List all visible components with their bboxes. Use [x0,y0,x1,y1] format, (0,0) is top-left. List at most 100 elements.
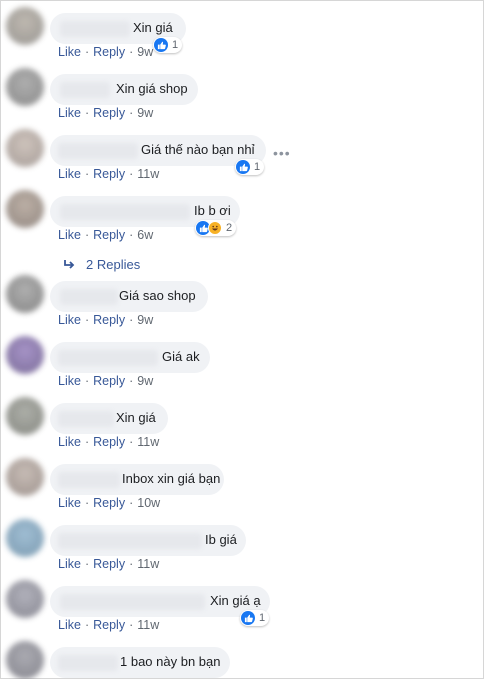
separator: · [84,228,90,242]
comment-actions: Like · Reply · 9w [58,45,153,59]
more-horizontal-icon[interactable]: ••• [273,145,291,161]
comment-actions: Like · Reply · 9w [58,106,153,120]
avatar[interactable] [6,68,44,106]
timestamp[interactable]: 11w [137,557,159,571]
blurred-author-name[interactable] [58,143,138,159]
timestamp[interactable]: 9w [137,106,153,120]
blurred-author-name[interactable] [58,472,120,488]
reaction-badge[interactable]: 1 [240,610,270,626]
avatar[interactable] [6,580,44,618]
separator: · [129,45,134,59]
comment-bubble: Xin giá [50,403,168,434]
reaction-count: 2 [226,222,233,234]
like-link[interactable]: Like [58,374,81,388]
like-link[interactable]: Like [58,106,81,120]
timestamp[interactable]: 9w [137,313,153,327]
comment-bubble: Xin giá ạ [50,586,270,617]
comment-actions: Like · Reply · 11w [58,435,159,449]
reply-link[interactable]: Reply [93,167,125,181]
comment-bubble: Giá thế nào bạn nhỉ [50,135,266,166]
separator: · [129,618,134,632]
separator: · [129,496,134,510]
timestamp[interactable]: 9w [137,374,153,388]
like-link[interactable]: Like [58,167,81,181]
comment-text: Giá sao shop [119,288,196,303]
comment-text: Xin giá [133,20,173,35]
separator: · [129,167,134,181]
blurred-author-name[interactable] [60,82,110,98]
like-link[interactable]: Like [58,228,81,242]
comment-bubble: 1 bao này bn bạn [50,647,230,678]
timestamp[interactable]: 10w [137,496,160,510]
view-replies-link[interactable]: 2 Replies [62,257,140,272]
blurred-author-name[interactable] [60,594,205,610]
like-link[interactable]: Like [58,435,81,449]
comment-text: Ib b ơi [194,203,231,218]
comment-text: Xin giá shop [116,81,188,96]
avatar[interactable] [6,275,44,313]
separator: · [84,435,90,449]
timestamp[interactable]: 9w [137,45,153,59]
reply-link[interactable]: Reply [93,435,125,449]
reply-link[interactable]: Reply [93,106,125,120]
separator: · [84,374,90,388]
blurred-author-name[interactable] [58,533,202,549]
timestamp[interactable]: 11w [137,618,159,632]
timestamp[interactable]: 6w [137,228,153,242]
reply-arrow-icon [64,259,75,269]
comment-text: Xin giá ạ [210,593,261,608]
comment-bubble: Xin giá shop [50,74,198,105]
reply-link[interactable]: Reply [93,496,125,510]
comment-actions: Like · Reply · 11w [58,557,159,571]
avatar[interactable] [6,641,44,679]
avatar[interactable] [6,397,44,435]
like-link[interactable]: Like [58,313,81,327]
timestamp[interactable]: 11w [137,167,159,181]
comment-text: Xin giá [116,410,156,425]
reaction-badge[interactable]: 2 [195,220,237,236]
reply-link[interactable]: Reply [93,45,125,59]
separator: · [84,106,90,120]
reaction-badge[interactable]: 1 [235,159,265,175]
like-link[interactable]: Like [58,45,81,59]
reaction-badge[interactable]: 1 [153,37,183,53]
comment-bubble: Giá sao shop [50,281,208,312]
avatar[interactable] [6,458,44,496]
comment-bubble: Inbox xin giá bạn [50,464,224,495]
avatar[interactable] [6,336,44,374]
blurred-author-name[interactable] [60,21,130,37]
separator: · [129,374,134,388]
reply-link[interactable]: Reply [93,557,125,571]
comment-text: 1 bao này bn bạn [120,654,221,669]
separator: · [129,228,134,242]
haha-reaction-icon [208,221,222,235]
reply-link[interactable]: Reply [93,228,125,242]
reply-link[interactable]: Reply [93,374,125,388]
comment-actions: Like · Reply · 11w [58,167,159,181]
avatar[interactable] [6,190,44,228]
blurred-author-name[interactable] [58,655,118,671]
avatar[interactable] [6,129,44,167]
reaction-count: 1 [254,161,261,173]
reply-link[interactable]: Reply [93,313,125,327]
blurred-author-name[interactable] [58,411,114,427]
like-link[interactable]: Like [58,557,81,571]
timestamp[interactable]: 11w [137,435,159,449]
comment-bubble: Giá ak [50,342,210,373]
blurred-author-name[interactable] [58,350,158,366]
comment-actions: Like · Reply · 9w [58,374,153,388]
blurred-author-name[interactable] [60,204,190,220]
like-link[interactable]: Like [58,618,81,632]
like-reaction-icon [236,160,250,174]
avatar[interactable] [6,519,44,557]
like-link[interactable]: Like [58,496,81,510]
avatar[interactable] [6,7,44,45]
replies-label: 2 Replies [86,257,141,272]
comment-bubble: Ib giá [50,525,246,556]
comment-text: Giá ak [162,349,200,364]
blurred-author-name[interactable] [60,289,118,305]
separator: · [84,313,90,327]
like-reaction-icon [241,611,255,625]
separator: · [129,557,134,571]
reply-link[interactable]: Reply [93,618,125,632]
